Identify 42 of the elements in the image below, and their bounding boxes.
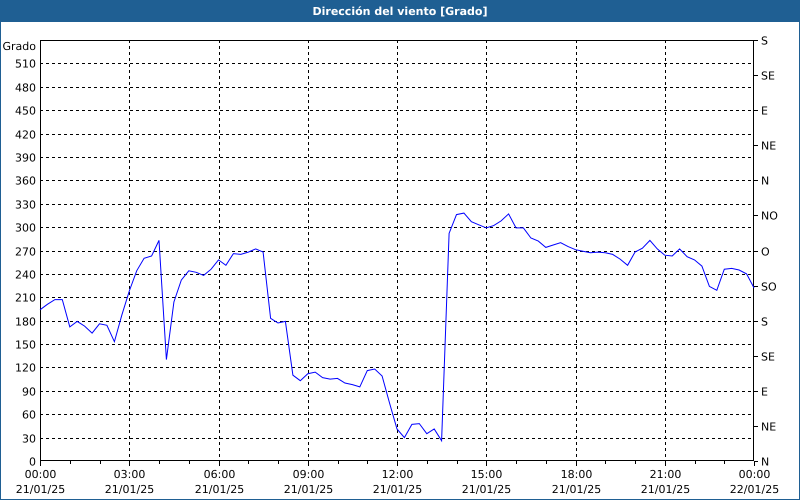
axis-tick-label: S: [761, 34, 768, 48]
axis-tick-label: NO: [761, 210, 778, 222]
axis-tick-label: 60: [22, 408, 36, 422]
axis-tick-label: 450: [15, 104, 36, 118]
axis-tick-label: N: [761, 174, 770, 188]
axis-tick-label: 120: [15, 362, 36, 374]
axis-tick-label: E: [761, 104, 768, 118]
axis-tick-label: 180: [15, 316, 36, 328]
axis-tick-label: 300: [15, 222, 36, 234]
axis-tick-label: 270: [15, 246, 36, 258]
axis-tick-label: 21:00 21/01/25: [640, 468, 690, 496]
axis-tick-label: 210: [15, 292, 36, 304]
axis-tick-label: 03:00 21/01/25: [104, 468, 154, 496]
axis-tick-label: 330: [15, 198, 36, 212]
axis-tick-label: 00:00 22/01/25: [730, 468, 780, 496]
axis-tick-label: NE: [761, 420, 776, 434]
axis-tick-label: 00:00 21/01/25: [16, 468, 66, 496]
axis-tick-label: 12:00 21/01/25: [372, 468, 422, 496]
axis-tick-label: E: [761, 386, 768, 398]
axis-tick-label: SO: [761, 280, 777, 294]
axis-tick-label: 09:00 21/01/25: [284, 468, 334, 496]
axis-tick-label: 240: [15, 268, 36, 282]
axis-tick-label: 480: [15, 82, 36, 94]
axis-tick-label: NE: [761, 140, 776, 152]
axis-tick-label: N: [761, 456, 770, 468]
axis-tick-label: SE: [761, 70, 775, 82]
axis-tick-label: 30: [22, 432, 36, 446]
axis-tick-label: 06:00 21/01/25: [194, 468, 244, 496]
axis-title: Grado: [2, 40, 36, 53]
axis-tick-label: 420: [15, 128, 36, 142]
axis-tick-label: 18:00 21/01/25: [552, 468, 602, 496]
axis-tick-label: 150: [15, 338, 36, 352]
axis-tick-label: 360: [15, 174, 36, 188]
window-title: Dirección del viento [Grado]: [0, 0, 800, 22]
axis-tick-label: 510: [15, 58, 36, 70]
axis-tick-label: O: [761, 246, 770, 258]
axis-tick-label: 0: [29, 456, 36, 468]
axis-tick-label: 15:00 21/01/25: [462, 468, 512, 496]
axis-tick-label: SE: [761, 350, 775, 364]
axis-tick-label: S: [761, 316, 768, 328]
axis-tick-label: 90: [22, 386, 36, 398]
axis-tick-label: 390: [15, 152, 36, 164]
